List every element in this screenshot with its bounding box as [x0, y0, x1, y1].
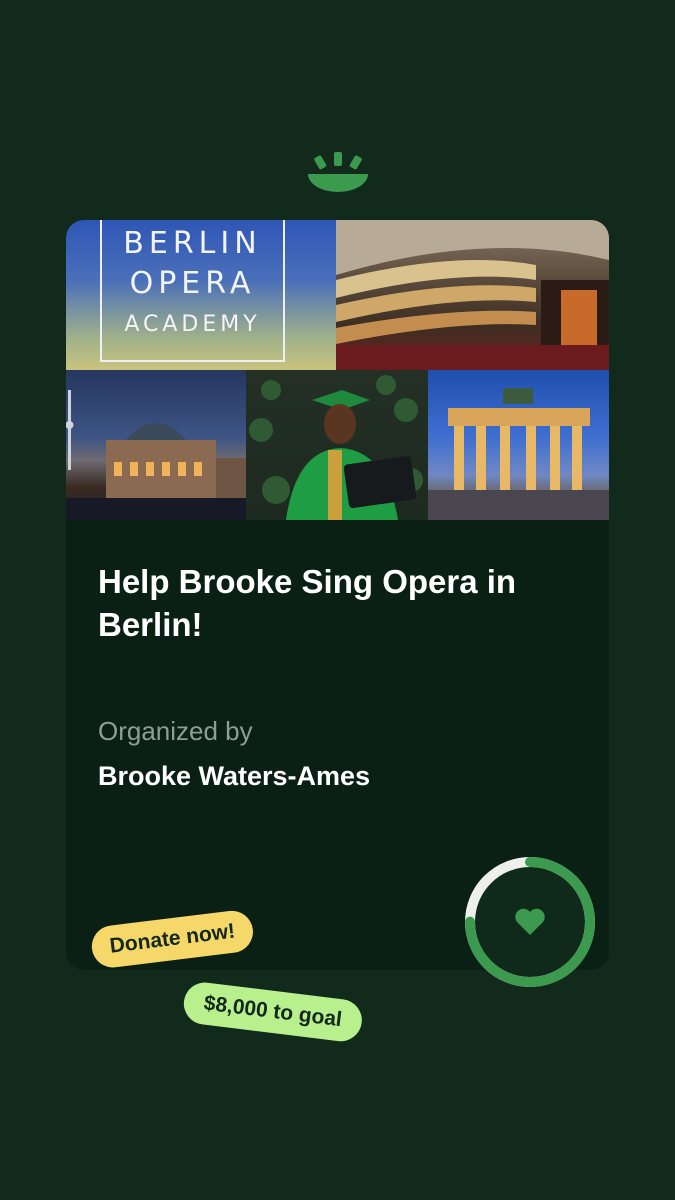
- organized-by-label: Organized by: [98, 716, 253, 746]
- opera-academy-logo-image: BERLIN OPERA ACADEMY: [66, 220, 336, 370]
- academy-word-berlin: BERLIN: [123, 226, 262, 261]
- museum-illustration: [66, 390, 246, 520]
- graduate-photo: [246, 370, 428, 520]
- campaign-title: Help Brooke Sing Opera in Berlin!: [98, 563, 517, 643]
- goal-remaining-badge: $8,000 to goal: [181, 980, 365, 1044]
- academy-word-academy: ACADEMY: [124, 312, 261, 337]
- brand-logo-icon: [308, 152, 368, 192]
- story-page: BERLIN OPERA ACADEMY Help Brooke Sing Op…: [0, 0, 675, 1200]
- opera-hall-photo: [336, 220, 609, 370]
- bode-museum-photo: [66, 370, 246, 520]
- organizer-name[interactable]: Brooke Waters-Ames: [98, 761, 370, 792]
- academy-word-opera: OPERA: [129, 266, 256, 301]
- donation-progress-ring: [465, 857, 595, 987]
- academy-logo-frame: BERLIN OPERA ACADEMY: [100, 220, 285, 362]
- gate-illustration: [428, 388, 609, 520]
- opera-hall-illustration: [336, 220, 609, 370]
- photo-collage: BERLIN OPERA ACADEMY: [66, 220, 609, 520]
- graduate-illustration: [249, 375, 423, 520]
- brandenburg-gate-photo: [428, 370, 609, 520]
